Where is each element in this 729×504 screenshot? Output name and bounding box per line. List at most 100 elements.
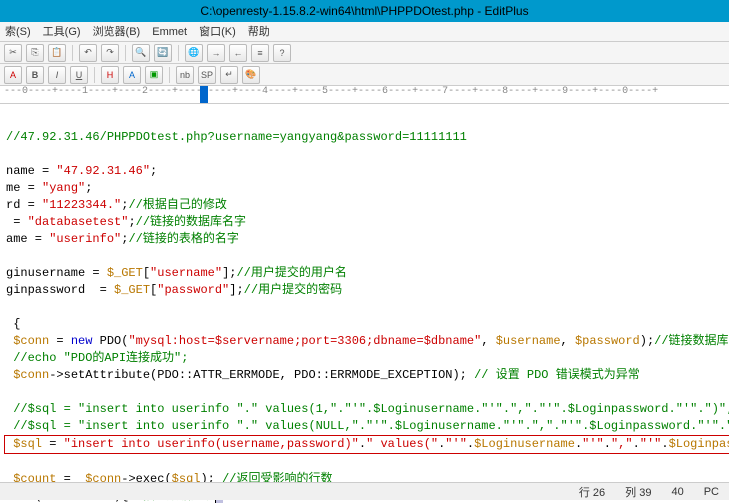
- code-var: $Loginusername: [474, 437, 575, 451]
- code-text: =: [49, 334, 71, 348]
- code-text: me =: [6, 181, 42, 195]
- tool-image-icon[interactable]: ▣: [145, 66, 163, 84]
- tool-paste-icon[interactable]: 📋: [48, 44, 66, 62]
- code-text: {: [6, 317, 20, 331]
- highlighted-line: $sql = "insert into userinfo(username,pa…: [4, 435, 729, 454]
- toolbar-separator: [169, 67, 170, 83]
- code-string: ",": [611, 437, 633, 451]
- code-var: $_GET: [114, 283, 150, 297]
- tool-nbsp-icon[interactable]: nb: [176, 66, 194, 84]
- code-text: ,: [481, 334, 495, 348]
- code-comment: //链接的表格的名字: [128, 232, 238, 246]
- menu-browser[interactable]: 浏览器(B): [90, 22, 144, 41]
- tool-heading-icon[interactable]: H: [101, 66, 119, 84]
- code-text: .: [359, 437, 366, 451]
- tool-wordwrap-icon[interactable]: ≡: [251, 44, 269, 62]
- code-text: =: [42, 437, 64, 451]
- tool-copy-icon[interactable]: ⎘: [26, 44, 44, 62]
- tool-dec-indent-icon[interactable]: ←: [229, 44, 247, 62]
- code-var: $sql: [6, 437, 42, 451]
- code-text: name =: [6, 164, 56, 178]
- code-comment: //用户提交的用户名: [236, 266, 346, 280]
- code-comment: //$sql = "insert into userinfo "." value…: [6, 419, 729, 433]
- code-text: ];: [222, 266, 236, 280]
- tool-find-icon[interactable]: 🔍: [132, 44, 150, 62]
- code-string: "mysql:host=$servername;port=3306;dbname…: [128, 334, 481, 348]
- code-text: PDO(: [92, 334, 128, 348]
- toolbar-separator: [178, 45, 179, 61]
- code-comment: // 设置 PDO 错误模式为异常: [474, 368, 640, 382]
- tool-anchor-icon[interactable]: A: [123, 66, 141, 84]
- status-line: 行 26: [579, 484, 605, 500]
- code-string: "47.92.31.46": [56, 164, 150, 178]
- menu-tools[interactable]: 工具(G): [40, 22, 84, 41]
- menu-help[interactable]: 帮助: [245, 22, 273, 41]
- code-text: .: [604, 437, 611, 451]
- code-text: ,: [561, 334, 575, 348]
- toolbar-row-2: A B I U H A ▣ nb SP ↵ 🎨: [0, 64, 729, 86]
- toolbar-separator: [125, 45, 126, 61]
- tool-help-icon[interactable]: ?: [273, 44, 291, 62]
- toolbar-separator: [72, 45, 73, 61]
- statusbar: 行 26 列 39 40 PC: [0, 482, 729, 500]
- tool-cut-icon[interactable]: ✂: [4, 44, 22, 62]
- status-len: 40: [671, 486, 683, 498]
- status-column: 列 39: [625, 484, 651, 500]
- tool-bold-icon[interactable]: B: [26, 66, 44, 84]
- code-string: "databasetest": [28, 215, 129, 229]
- code-comment: //用户提交的密码: [244, 283, 342, 297]
- code-text: =: [6, 215, 28, 229]
- code-var: $_GET: [107, 266, 143, 280]
- code-text: );: [640, 334, 654, 348]
- code-text: ;: [85, 181, 92, 195]
- menu-window[interactable]: 窗口(K): [196, 22, 239, 41]
- ruler: ---0----+----1----+----2----+----3----+-…: [0, 86, 729, 104]
- code-string: "'": [640, 437, 662, 451]
- code-string: "insert into userinfo(username,password)…: [64, 437, 359, 451]
- toolbar-separator: [94, 67, 95, 83]
- code-text: ginpassword =: [6, 283, 114, 297]
- code-var: $conn: [6, 368, 49, 382]
- code-comment: //$sql = "insert into userinfo "." value…: [6, 402, 729, 416]
- code-string: " values(": [366, 437, 438, 451]
- status-mode: PC: [704, 486, 719, 498]
- tool-symbol-icon[interactable]: ↵: [220, 66, 238, 84]
- tool-html-icon[interactable]: A: [4, 66, 22, 84]
- menu-emmet[interactable]: Emmet: [149, 22, 190, 41]
- code-text: ame =: [6, 232, 49, 246]
- code-text: .: [633, 437, 640, 451]
- tool-undo-icon[interactable]: ↶: [79, 44, 97, 62]
- tool-italic-icon[interactable]: I: [48, 66, 66, 84]
- ruler-caret: [200, 86, 208, 104]
- code-string: "username": [150, 266, 222, 280]
- code-var: $conn: [6, 334, 49, 348]
- tool-browser-icon[interactable]: 🌐: [185, 44, 203, 62]
- code-string: "password": [157, 283, 229, 297]
- code-string: "11223344.": [42, 198, 121, 212]
- window-titlebar: C:\openresty-1.15.8.2-win64\html\PHPPDOt…: [0, 0, 729, 22]
- code-text: rd =: [6, 198, 42, 212]
- code-text: ;: [128, 215, 135, 229]
- tool-replace-icon[interactable]: 🔄: [154, 44, 172, 62]
- tool-redo-icon[interactable]: ↷: [101, 44, 119, 62]
- code-comment: //echo "PDO的API连接成功";: [6, 351, 188, 365]
- code-string: "yang": [42, 181, 85, 195]
- tool-color-icon[interactable]: 🎨: [242, 66, 260, 84]
- code-text: ->setAttribute(PDO::ATTR_ERRMODE, PDO::E…: [49, 368, 474, 382]
- code-comment: //根据自己的修改: [128, 198, 226, 212]
- tool-inc-indent-icon[interactable]: →: [207, 44, 225, 62]
- tool-underline-icon[interactable]: U: [70, 66, 88, 84]
- code-var: $password: [575, 334, 640, 348]
- code-text: .: [661, 437, 668, 451]
- code-text: [: [143, 266, 150, 280]
- code-comment: //47.92.31.46/PHPPDOtest.php?username=ya…: [6, 130, 467, 144]
- code-editor[interactable]: //47.92.31.46/PHPPDOtest.php?username=ya…: [0, 104, 729, 504]
- menu-search[interactable]: 索(S): [2, 22, 34, 41]
- toolbar-row-1: ✂ ⎘ 📋 ↶ ↷ 🔍 🔄 🌐 → ← ≡ ?: [0, 42, 729, 64]
- code-text: ;: [150, 164, 157, 178]
- code-text: ];: [229, 283, 243, 297]
- tool-sp-icon[interactable]: SP: [198, 66, 216, 84]
- code-comment: //链接数据库: [654, 334, 728, 348]
- menubar: 索(S) 工具(G) 浏览器(B) Emmet 窗口(K) 帮助: [0, 22, 729, 42]
- code-comment: //链接的数据库名字: [136, 215, 246, 229]
